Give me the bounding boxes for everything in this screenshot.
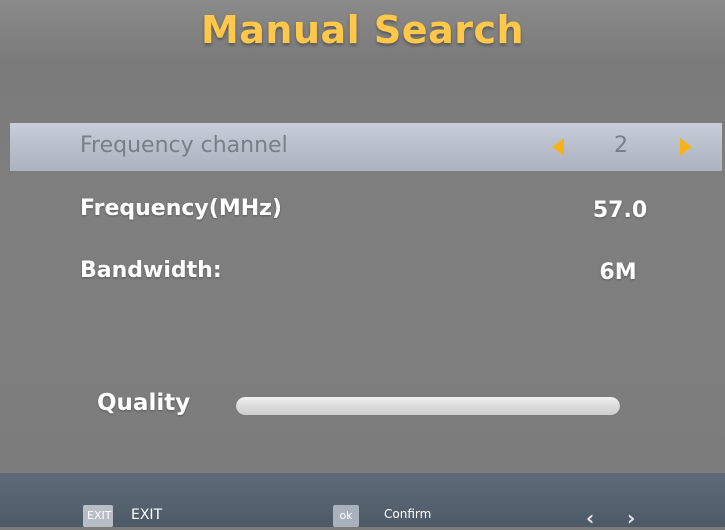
footer-bar: EXIT EXIT ok Confirm ‹ ›: [0, 473, 725, 528]
bandwidth-row[interactable]: Bandwidth: 6M: [10, 250, 722, 298]
bandwidth-label: Bandwidth:: [80, 258, 222, 283]
channel-decrease-icon[interactable]: [552, 138, 564, 156]
page-title: Manual Search: [200, 8, 525, 52]
frequency-value: 57.0: [592, 198, 648, 223]
exit-key-badge[interactable]: EXIT: [83, 505, 113, 527]
frequency-channel-label: Frequency channel: [80, 133, 288, 158]
exit-hint-label: EXIT: [131, 507, 163, 523]
bandwidth-value: 6M: [599, 260, 637, 285]
channel-increase-icon[interactable]: [680, 138, 692, 156]
quality-bar: [236, 397, 620, 415]
right-arrow-icon[interactable]: ›: [627, 508, 635, 528]
ok-key-badge[interactable]: ok: [333, 505, 359, 527]
manual-search-screen: Manual Search Frequency channel 2 Freque…: [0, 0, 725, 528]
frequency-label: Frequency(MHz): [80, 196, 282, 221]
confirm-hint-label: Confirm: [384, 507, 432, 521]
quality-label: Quality: [97, 390, 191, 416]
frequency-channel-value: 2: [614, 133, 628, 158]
quality-bar-fill: [236, 397, 620, 415]
frequency-channel-row[interactable]: Frequency channel 2: [10, 123, 722, 171]
left-arrow-icon[interactable]: ‹: [586, 508, 594, 528]
frequency-row[interactable]: Frequency(MHz) 57.0: [10, 188, 722, 236]
